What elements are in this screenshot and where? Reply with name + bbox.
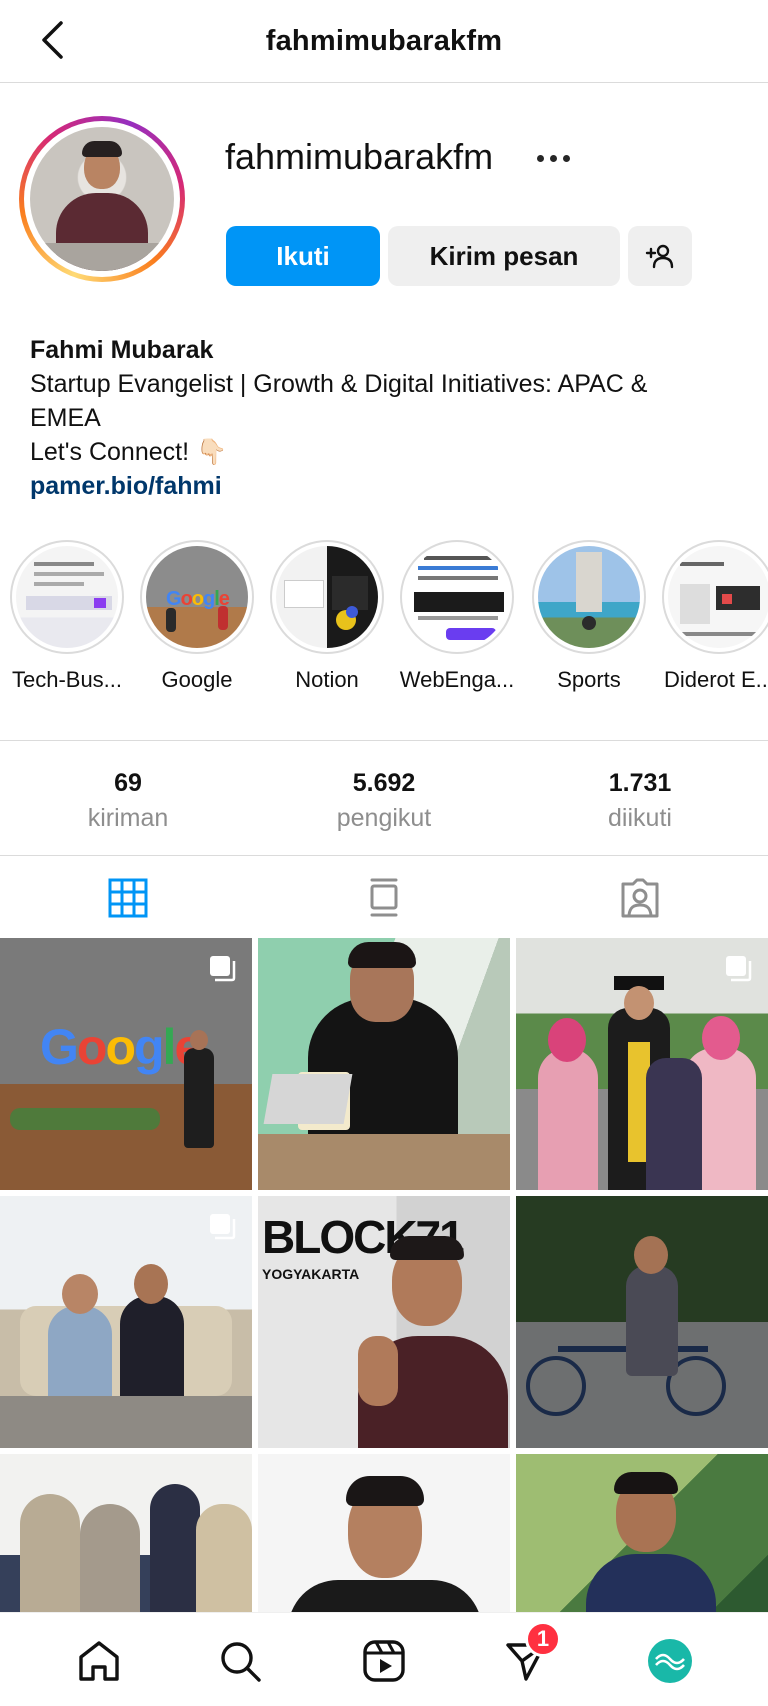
message-button[interactable]: Kirim pesan bbox=[388, 226, 620, 286]
story-highlights: Tech-Bus... Google Google Notion WebEnga… bbox=[0, 540, 768, 700]
feed-icon bbox=[370, 878, 398, 917]
highlight-label: Google bbox=[161, 667, 233, 692]
multiple-images-icon bbox=[208, 954, 236, 982]
tab-feed[interactable] bbox=[360, 874, 408, 922]
bottom-navigation: 1 bbox=[0, 1612, 768, 1706]
highlight-item[interactable]: Google Google bbox=[132, 540, 262, 693]
bio-link[interactable]: pamer.bio/fahmi bbox=[30, 469, 740, 503]
profile-bio: Fahmi Mubarak Startup Evangelist | Growt… bbox=[30, 333, 740, 503]
profile-username: fahmimubarakfm bbox=[225, 136, 494, 177]
post-thumbnail[interactable]: Google bbox=[0, 938, 252, 1190]
more-options-button[interactable] bbox=[528, 140, 578, 176]
highlight-item[interactable]: Notion bbox=[262, 540, 392, 693]
follow-button[interactable]: Ikuti bbox=[226, 226, 380, 286]
following-count: 1.731 bbox=[608, 769, 672, 797]
reels-icon bbox=[363, 1640, 405, 1682]
highlight-item[interactable]: Diderot E... bbox=[654, 540, 768, 693]
add-person-icon bbox=[645, 244, 674, 269]
post-thumbnail[interactable] bbox=[0, 1196, 252, 1448]
posts-stat[interactable]: 69 kiriman bbox=[28, 769, 228, 833]
tab-grid[interactable] bbox=[104, 874, 152, 922]
profile-stats: 69 kiriman 5.692 pengikut 1.731 diikuti bbox=[0, 740, 768, 856]
posts-count: 69 bbox=[114, 769, 142, 797]
followers-stat[interactable]: 5.692 pengikut bbox=[284, 769, 484, 833]
more-dots-icon bbox=[536, 154, 544, 162]
bio-line: EMEA bbox=[30, 404, 101, 432]
highlight-cover: Google bbox=[146, 546, 248, 648]
profile-avatar[interactable] bbox=[19, 116, 185, 282]
profile-full-name: Fahmi Mubarak bbox=[30, 336, 214, 364]
bio-line: Startup Evangelist | Growth & Digital In… bbox=[30, 370, 648, 398]
notification-badge: 1 bbox=[525, 1621, 561, 1657]
highlight-item[interactable]: Sports bbox=[524, 540, 654, 693]
post-thumbnail[interactable] bbox=[258, 1454, 510, 1614]
highlight-label: Diderot E... bbox=[663, 667, 768, 692]
highlight-cover bbox=[16, 546, 118, 648]
following-label: diikuti bbox=[608, 804, 672, 832]
posts-label: kiriman bbox=[87, 804, 169, 832]
back-button[interactable] bbox=[30, 18, 74, 62]
nav-profile[interactable] bbox=[642, 1633, 698, 1689]
nav-reels[interactable] bbox=[356, 1633, 412, 1689]
profile-tabs bbox=[0, 856, 768, 938]
highlight-cover bbox=[406, 546, 508, 648]
top-bar: fahmimubarakfm bbox=[0, 0, 768, 83]
post-thumbnail[interactable] bbox=[516, 938, 768, 1190]
home-icon bbox=[79, 1641, 119, 1681]
post-thumbnail[interactable]: BLOCK71 YOGYAKARTA bbox=[258, 1196, 510, 1448]
following-stat[interactable]: 1.731 diikuti bbox=[540, 769, 740, 833]
highlight-cover bbox=[538, 546, 640, 648]
multiple-images-icon bbox=[724, 954, 752, 982]
nav-home[interactable] bbox=[71, 1633, 127, 1689]
highlight-cover bbox=[668, 546, 768, 648]
avatar-image bbox=[30, 127, 174, 271]
post-thumbnail[interactable] bbox=[516, 1196, 768, 1448]
post-thumbnail[interactable] bbox=[258, 938, 510, 1190]
highlight-item[interactable]: WebEnga... bbox=[392, 540, 522, 693]
chevron-left-icon bbox=[42, 21, 63, 59]
suggested-accounts-button[interactable] bbox=[628, 226, 692, 286]
grid-icon bbox=[108, 878, 148, 918]
highlight-item[interactable]: Tech-Bus... bbox=[2, 540, 132, 693]
post-overlay-text: YOGYAKARTA bbox=[262, 1266, 360, 1282]
highlight-cover bbox=[276, 546, 378, 648]
tab-tagged[interactable] bbox=[616, 874, 664, 922]
profile-avatar-icon bbox=[648, 1639, 692, 1683]
highlight-label: Notion bbox=[295, 667, 359, 692]
posts-grid: Google BLOCK71 YOGYAKARTA bbox=[0, 938, 768, 1614]
highlight-label: Sports bbox=[557, 667, 621, 692]
nav-search[interactable] bbox=[212, 1633, 268, 1689]
search-icon bbox=[221, 1642, 261, 1682]
bio-line: Let's Connect! 👇🏻 bbox=[30, 438, 228, 466]
tagged-person-icon bbox=[621, 878, 659, 918]
highlight-label: WebEnga... bbox=[399, 667, 515, 692]
followers-label: pengikut bbox=[336, 804, 432, 832]
followers-count: 5.692 bbox=[352, 769, 416, 797]
multiple-images-icon bbox=[208, 1212, 236, 1240]
post-thumbnail[interactable] bbox=[516, 1454, 768, 1614]
page-title: fahmimubarakfm bbox=[265, 24, 503, 57]
highlight-label: Tech-Bus... bbox=[11, 667, 123, 692]
post-thumbnail[interactable] bbox=[0, 1454, 252, 1614]
